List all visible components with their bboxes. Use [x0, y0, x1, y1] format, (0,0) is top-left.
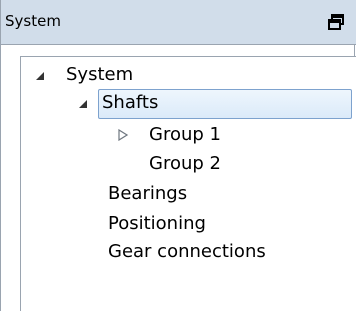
collapsed-triangle-icon[interactable] — [117, 129, 129, 141]
tree-item-bearings[interactable]: Bearings — [108, 180, 187, 208]
tree-item-label: Positioning — [108, 213, 206, 234]
tree-item-label: System — [66, 64, 134, 85]
tree-item-label: Bearings — [108, 183, 188, 204]
system-panel: System System Shafts Group 1 Group 2 Bea… — [0, 0, 356, 311]
float-window-icon[interactable] — [327, 13, 345, 31]
tree-item-positioning[interactable]: Positioning — [108, 210, 206, 238]
panel-title: System — [5, 12, 61, 30]
tree-item-system[interactable]: System — [66, 61, 133, 89]
tree-item-label: Gear connections — [108, 241, 266, 262]
tree-item-label: Shafts — [102, 92, 159, 113]
expanded-triangle-icon[interactable] — [34, 70, 46, 82]
tree-item-group-1[interactable]: Group 1 — [149, 121, 221, 149]
tree-item-gear-connections[interactable]: Gear connections — [108, 238, 266, 266]
tree-item-group-2[interactable]: Group 2 — [149, 150, 221, 178]
tree-item-label: Group 1 — [149, 124, 221, 145]
tree-item-shafts[interactable]: Shafts — [98, 89, 352, 119]
expanded-triangle-icon[interactable] — [77, 98, 89, 110]
tree-item-label: Group 2 — [149, 153, 221, 174]
panel-titlebar[interactable]: System — [1, 0, 356, 45]
system-tree[interactable]: System Shafts Group 1 Group 2 Bearings P… — [20, 56, 356, 311]
